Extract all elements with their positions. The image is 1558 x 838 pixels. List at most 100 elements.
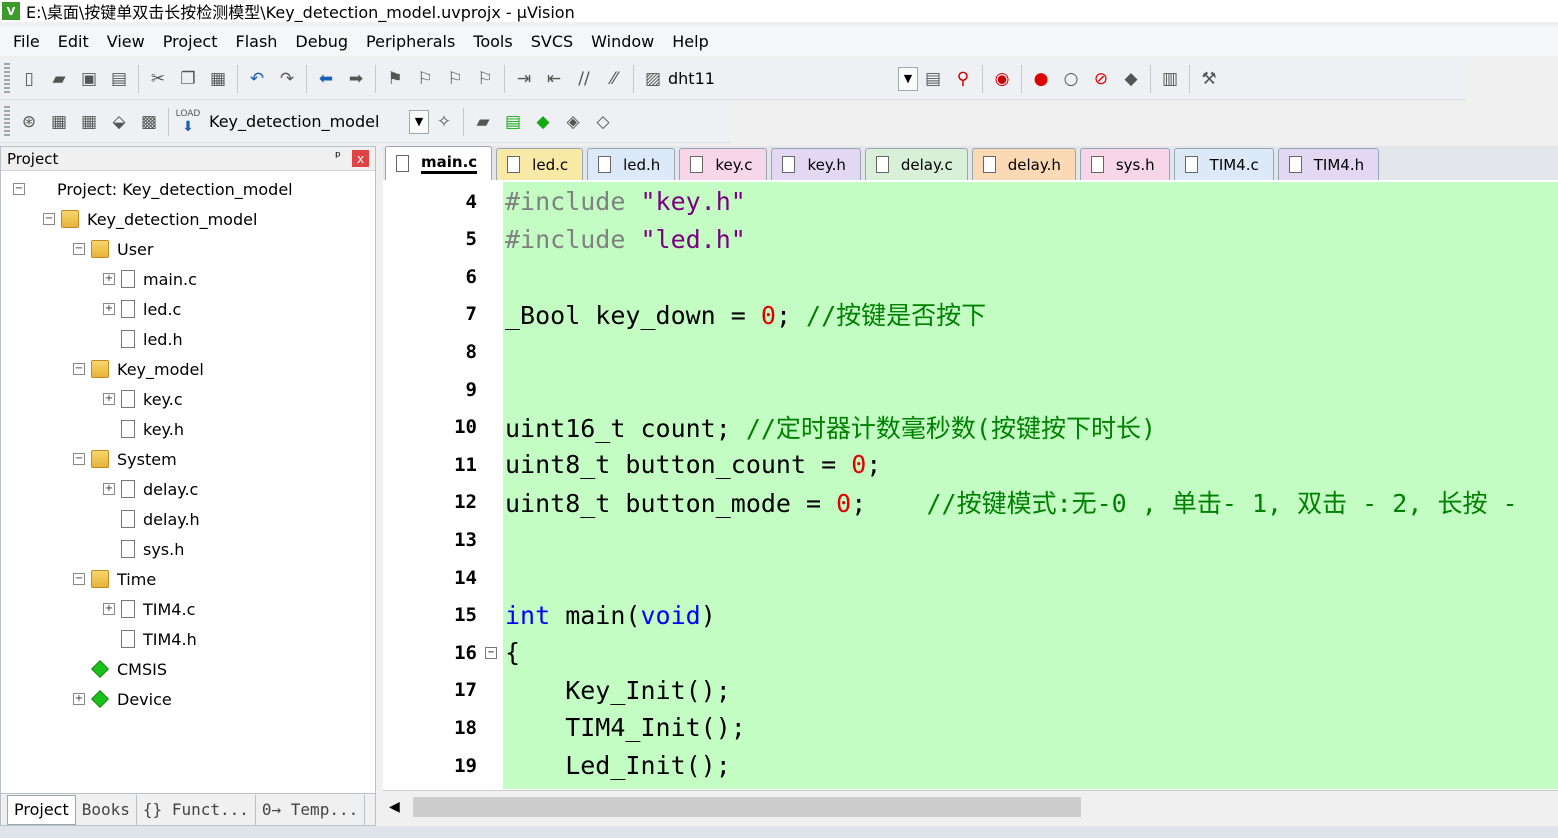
tree-node-label[interactable]: System <box>117 450 177 469</box>
incremental-find-icon[interactable]: ▤ <box>918 64 948 94</box>
menu-item-window[interactable]: Window <box>582 32 663 51</box>
horizontal-scrollbar[interactable]: ◀ <box>383 790 1558 826</box>
scroll-thumb[interactable] <box>413 797 1081 817</box>
cut-icon[interactable]: ✂ <box>143 64 173 94</box>
collapse-icon[interactable]: − <box>73 243 85 255</box>
code-line[interactable]: 9 <box>383 371 1558 408</box>
tree-node-label[interactable]: main.c <box>143 270 197 289</box>
tree-node-label[interactable]: key.c <box>143 390 183 409</box>
tree-node[interactable]: + led.c <box>103 295 181 323</box>
target-options-icon[interactable]: ✧ <box>429 107 459 137</box>
pack-installer-icon[interactable]: ◈ <box>558 107 588 137</box>
tree-node-label[interactable]: delay.h <box>143 510 200 529</box>
code-text[interactable]: #include "key.h" <box>505 187 746 216</box>
tree-node-label[interactable]: TIM4.h <box>143 630 197 649</box>
bookmark-next-icon[interactable]: ⚐ <box>440 64 470 94</box>
tree-node[interactable]: − Time <box>73 565 156 593</box>
code-line[interactable]: 12 uint8_t button_mode = 0; //按键模式:无-0 , … <box>383 484 1558 521</box>
code-line[interactable]: 6 <box>383 258 1558 295</box>
editor-tab-led-h[interactable]: led.h <box>587 148 676 180</box>
translate-icon[interactable]: ⊛ <box>14 107 44 137</box>
bookmark-clear-icon[interactable]: ⚐ <box>470 64 500 94</box>
collapse-icon[interactable]: − <box>13 183 25 195</box>
menu-item-tools[interactable]: Tools <box>464 32 521 51</box>
event-recorder-icon[interactable]: ◇ <box>588 107 618 137</box>
tree-node-label[interactable]: Key_detection_model <box>87 210 257 229</box>
save-all-icon[interactable]: ▤ <box>104 64 134 94</box>
paste-icon[interactable]: ▦ <box>203 64 233 94</box>
tree-node-label[interactable]: Key_model <box>117 360 204 379</box>
unindent-icon[interactable]: ⇤ <box>539 64 569 94</box>
tree-node-label[interactable]: TIM4.c <box>143 600 195 619</box>
editor-tab-TIM4-h[interactable]: TIM4.h <box>1277 148 1380 180</box>
editor-tab-TIM4-c[interactable]: TIM4.c <box>1173 148 1274 180</box>
tree-node-label[interactable]: CMSIS <box>117 660 167 679</box>
undo-icon[interactable]: ↶ <box>242 64 272 94</box>
editor-tab-key-h[interactable]: key.h <box>771 148 861 180</box>
close-icon[interactable]: x <box>352 150 369 167</box>
code-line[interactable]: 18 TIM4_Init(); <box>383 709 1558 746</box>
tree-node[interactable]: + key.c <box>103 385 183 413</box>
code-text[interactable]: uint8_t button_mode = 0; //按键模式:无-0 , 单击… <box>505 484 1518 520</box>
code-line[interactable]: 14 <box>383 559 1558 596</box>
tree-node[interactable]: + TIM4.c <box>103 595 195 623</box>
window-layout-icon[interactable]: ▥ <box>1155 64 1185 94</box>
tree-node[interactable]: + main.c <box>103 265 197 293</box>
tree-node[interactable]: − System <box>73 445 177 473</box>
code-text[interactable]: int main(void) <box>505 601 716 630</box>
code-line[interactable]: 19 Led_Init(); <box>383 747 1558 784</box>
tree-node-label[interactable]: Time <box>117 570 156 589</box>
code-line[interactable]: 13 <box>383 521 1558 558</box>
pane-tab-3[interactable]: 0→ Temp... <box>256 794 366 825</box>
indent-icon[interactable]: ⇥ <box>509 64 539 94</box>
collapse-icon[interactable]: − <box>73 453 85 465</box>
tree-node-label[interactable]: led.c <box>143 300 181 319</box>
tree-node[interactable]: + Device <box>73 685 172 713</box>
code-area[interactable]: 4 #include "key.h" 5 #include "led.h" 6 7 _Boo… <box>383 182 1558 789</box>
code-line[interactable]: 16−{ <box>383 634 1558 671</box>
expand-icon[interactable]: + <box>103 483 115 495</box>
uncomment-icon[interactable]: ⁄⁄ <box>599 64 629 94</box>
tree-node[interactable]: − Project: Key_detection_model <box>13 175 293 203</box>
breakpoint-disable-all-icon[interactable]: ◆ <box>1116 64 1146 94</box>
open-folder-icon[interactable]: ▰ <box>44 64 74 94</box>
code-line[interactable]: 15 int main(void) <box>383 597 1558 634</box>
tree-node-label[interactable]: Project: Key_detection_model <box>57 180 293 199</box>
tree-node[interactable]: + delay.c <box>103 475 198 503</box>
expand-icon[interactable]: + <box>103 603 115 615</box>
pin-icon[interactable]: ᵖ <box>335 149 341 165</box>
tree-node[interactable]: led.h <box>103 325 183 353</box>
find-in-files-icon[interactable]: ▨ <box>638 64 668 94</box>
code-text[interactable]: Key_Init(); <box>505 676 731 705</box>
tree-node[interactable]: TIM4.h <box>103 625 197 653</box>
breakpoint-kill-icon[interactable]: ⊘ <box>1086 64 1116 94</box>
editor-tab-main-c[interactable]: main.c <box>385 146 493 180</box>
pane-tab-2[interactable]: {} Funct... <box>137 794 256 825</box>
expand-icon[interactable]: + <box>103 273 115 285</box>
menu-item-peripherals[interactable]: Peripherals <box>357 32 464 51</box>
redo-icon[interactable]: ↷ <box>272 64 302 94</box>
code-line[interactable]: 8 <box>383 333 1558 370</box>
menu-item-flash[interactable]: Flash <box>226 32 286 51</box>
copy-icon[interactable]: ❐ <box>173 64 203 94</box>
tree-node-label[interactable]: delay.c <box>143 480 198 499</box>
code-line[interactable]: 17 Key_Init(); <box>383 672 1558 709</box>
code-text[interactable]: { <box>505 638 520 667</box>
code-text[interactable]: uint16_t count; //定时器计数毫秒数(按键按下时长) <box>505 409 1156 445</box>
tree-node-label[interactable]: key.h <box>143 420 184 439</box>
tree-node-label[interactable]: Device <box>117 690 172 709</box>
nav-back-icon[interactable]: ⬅ <box>311 64 341 94</box>
tree-node[interactable]: − Key_model <box>73 355 204 383</box>
code-text[interactable]: _Bool key_down = 0; //按键是否按下 <box>505 296 986 332</box>
build-icon[interactable]: ▦ <box>44 107 74 137</box>
code-text[interactable]: TIM4_Init(); <box>505 713 746 742</box>
configure-icon[interactable]: ⚒ <box>1194 64 1224 94</box>
code-line[interactable]: 10 uint16_t count; //定时器计数毫秒数(按键按下时长) <box>383 409 1558 446</box>
manage-rte-icon[interactable]: ▤ <box>498 107 528 137</box>
code-text[interactable]: #include "led.h" <box>505 225 746 254</box>
find-combo[interactable]: dht11 ▼ <box>668 65 918 93</box>
select-pack-icon[interactable]: ◆ <box>528 107 558 137</box>
breakpoint-disable-icon[interactable]: ○ <box>1056 64 1086 94</box>
bookmark-prev-icon[interactable]: ⚐ <box>410 64 440 94</box>
tree-node-label[interactable]: User <box>117 240 153 259</box>
